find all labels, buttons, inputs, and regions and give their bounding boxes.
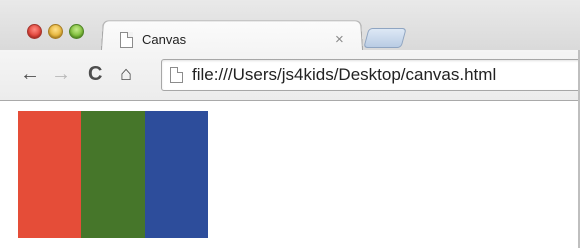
- home-icon[interactable]: ⌂: [120, 64, 132, 84]
- minimize-window-button[interactable]: [48, 24, 63, 39]
- close-window-button[interactable]: [27, 24, 42, 39]
- back-arrow-icon[interactable]: ←: [20, 64, 40, 84]
- canvas-stripe-green: [81, 111, 145, 238]
- browser-window: Canvas × ← → C ⌂ file:///Users/js4kids/D…: [0, 0, 580, 248]
- new-tab-button[interactable]: [363, 28, 407, 48]
- close-tab-icon[interactable]: ×: [335, 31, 344, 48]
- zoom-window-button[interactable]: [69, 24, 84, 39]
- canvas-stripe-red: [18, 111, 81, 238]
- document-icon: [120, 32, 133, 48]
- forward-arrow-icon[interactable]: →: [51, 64, 71, 84]
- canvas-stripe-blue: [145, 111, 208, 238]
- url-text[interactable]: file:///Users/js4kids/Desktop/canvas.htm…: [192, 65, 496, 85]
- tab-canvas-content: Canvas ×: [120, 30, 360, 50]
- tab-title: Canvas: [142, 32, 187, 47]
- reload-icon[interactable]: C: [88, 64, 102, 84]
- page-document-icon: [170, 67, 183, 83]
